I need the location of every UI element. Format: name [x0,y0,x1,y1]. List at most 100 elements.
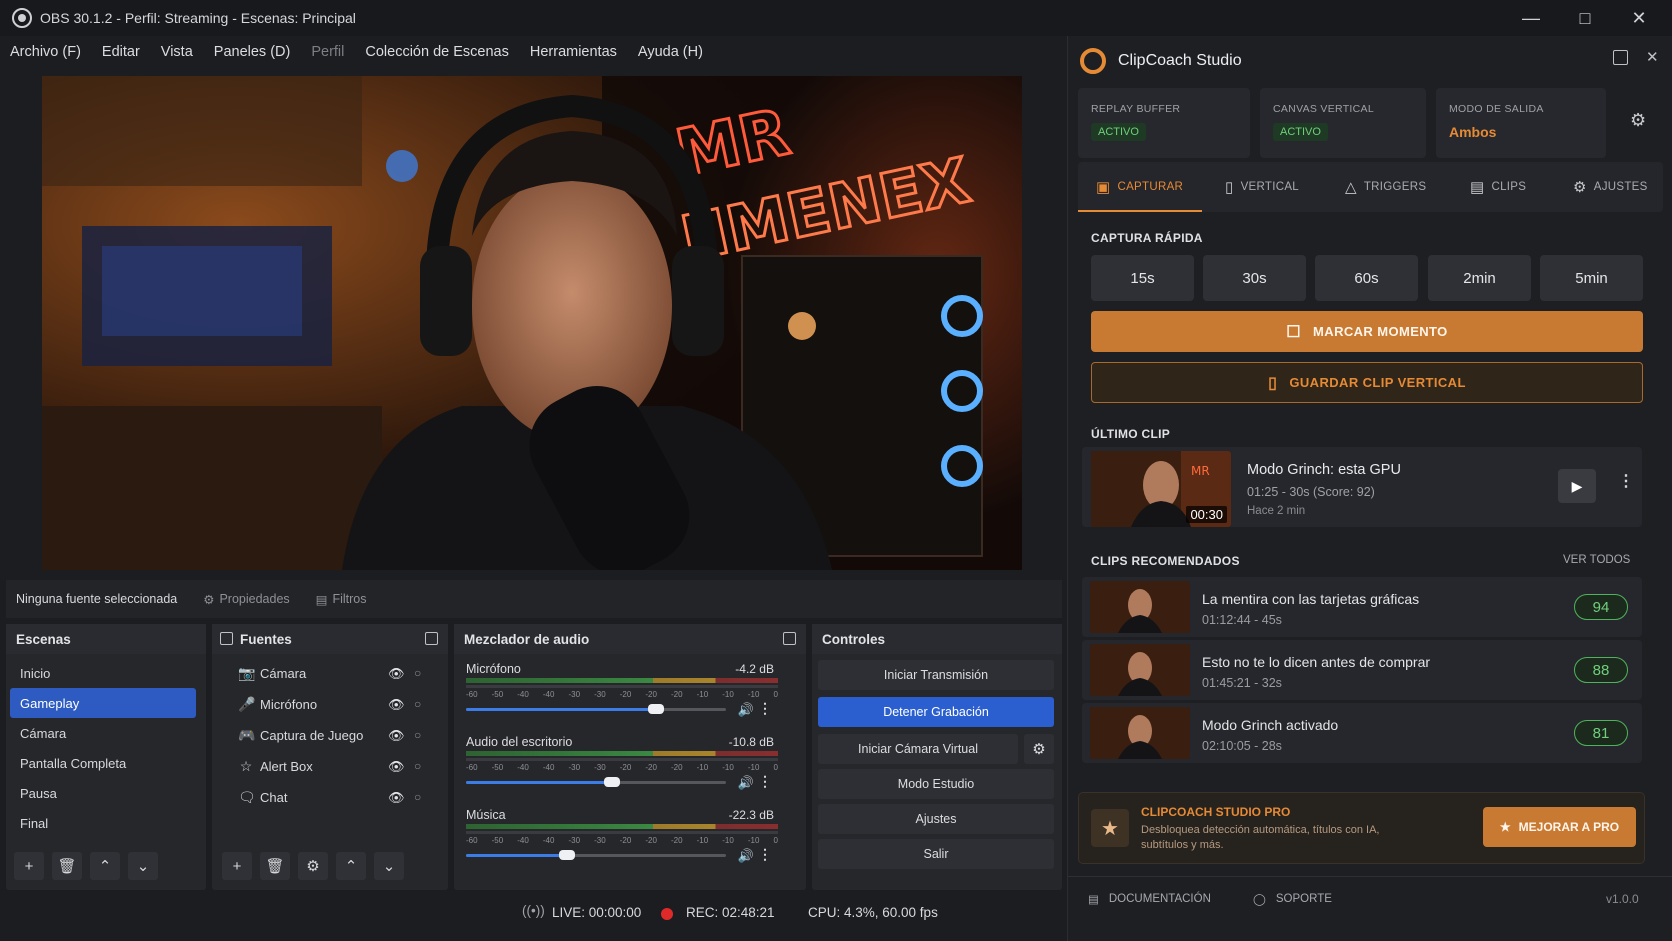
tab-triggers[interactable]: △ TRIGGERS [1345,162,1426,212]
last-clip-card[interactable]: MR 00:30 Modo Grinch: esta GPU 01:25 - 3… [1082,447,1642,527]
tab-ajustes[interactable]: ⚙ AJUSTES [1573,162,1648,212]
lock-icon[interactable]: ○ [414,697,421,711]
save-vertical-clip-button[interactable]: ▯ GUARDAR CLIP VERTICAL [1091,362,1643,403]
move-down-icon[interactable]: ⌄ [374,852,404,880]
minimize-button[interactable]: — [1504,0,1558,36]
source-settings-gear-icon[interactable]: ⚙ [298,852,328,880]
menu-herramientas[interactable]: Herramientas [530,44,617,60]
exit-button[interactable]: Salir [818,839,1054,869]
virtual-camera-button[interactable]: Iniciar Cámara Virtual [818,734,1018,764]
clip-title: Modo Grinch activado [1202,717,1339,733]
speaker-icon[interactable]: 🔊 [738,702,754,718]
support-link[interactable]: ◯ SOPORTE [1253,892,1332,906]
scene-item-selected[interactable]: Gameplay [10,688,196,718]
eye-icon[interactable]: 👁 [388,728,405,743]
sources-popout-icon[interactable] [220,632,233,645]
eye-icon[interactable]: 👁 [388,697,405,712]
source-item[interactable]: 🎤 Micrófono 👁 ○ [212,689,448,720]
scenes-header: Escenas [6,624,206,654]
volume-slider-knob[interactable] [559,850,576,860]
output-mode-card[interactable]: MODO DE SALIDA Ambos [1436,88,1606,158]
maximize-button[interactable]: □ [1558,0,1612,36]
eye-icon[interactable]: 👁 [388,790,405,805]
popout-icon[interactable] [425,632,438,645]
recommended-clip-row[interactable]: La mentira con las tarjetas gráficas 01:… [1082,577,1642,637]
recommended-clip-row[interactable]: Esto no te lo dicen antes de comprar 01:… [1082,640,1642,700]
scene-item[interactable]: Inicio [10,658,196,688]
eye-icon[interactable]: 👁 [388,666,405,681]
volume-slider-knob[interactable] [603,777,620,787]
channel-more-icon[interactable]: ⋮ [758,846,772,863]
volume-slider[interactable] [466,704,726,714]
lock-icon[interactable]: ○ [414,666,421,680]
tab-vertical[interactable]: ▯ VERTICAL [1225,162,1299,212]
pro-description: Desbloquea detección automática, títulos… [1141,824,1380,851]
move-up-icon[interactable]: ⌃ [90,852,120,880]
move-up-icon[interactable]: ⌃ [336,852,366,880]
menu-vista[interactable]: Vista [161,44,193,60]
upgrade-pro-button[interactable]: ★ MEJORAR A PRO [1483,807,1636,847]
start-stream-button[interactable]: Iniciar Transmisión [818,660,1054,690]
plugin-popout-icon[interactable] [1613,50,1628,65]
volume-slider-knob[interactable] [647,704,664,714]
move-down-icon[interactable]: ⌄ [128,852,158,880]
source-item[interactable]: 🎮 Captura de Juego 👁 ○ [212,720,448,751]
rec-status: REC: 02:48:21 [686,905,775,920]
channel-more-icon[interactable]: ⋮ [758,700,772,717]
documentation-link[interactable]: ▤ DOCUMENTACIÓN [1088,892,1211,906]
menu-editar[interactable]: Editar [102,44,140,60]
recommended-clip-row[interactable]: Modo Grinch activado 02:10:05 - 28s 81 [1082,703,1642,763]
add-scene-button[interactable]: + [14,852,44,880]
volume-slider[interactable] [466,850,726,860]
lock-icon[interactable]: ○ [414,728,421,742]
volume-slider[interactable] [466,777,726,787]
close-window-button[interactable]: ✕ [1612,0,1666,36]
lock-icon[interactable]: ○ [414,759,421,773]
stream-preview[interactable]: MR JIMENEX [42,76,1022,570]
play-clip-button[interactable]: ▶ [1558,469,1596,503]
lock-icon[interactable]: ○ [414,790,421,804]
remove-source-button[interactable]: 🗑 [260,852,290,880]
studio-mode-button[interactable]: Modo Estudio [818,769,1054,799]
speaker-icon[interactable]: 🔊 [738,775,754,791]
source-item[interactable]: 📷 Cámara 👁 ○ [212,658,448,689]
clip-more-icon[interactable]: ⋮ [1618,471,1634,491]
scene-item[interactable]: Pausa [10,778,196,808]
speaker-icon[interactable]: 🔊 [738,848,754,864]
mark-moment-button[interactable]: ☐ MARCAR MOMENTO [1091,311,1643,352]
see-all-link[interactable]: VER TODOS [1563,554,1630,566]
channel-more-icon[interactable]: ⋮ [758,773,772,790]
plugin-close-icon[interactable]: ✕ [1646,48,1659,66]
plugin-gear-icon[interactable]: ⚙ [1630,110,1646,131]
tab-capturar[interactable]: ▣ CAPTURAR [1096,162,1183,212]
capture-2min-button[interactable]: 2min [1428,255,1531,301]
source-item[interactable]: ☆ Alert Box 👁 ○ [212,751,448,782]
menu-paneles[interactable]: Paneles (D) [214,44,291,60]
menu-coleccion[interactable]: Colección de Escenas [365,44,508,60]
capture-15s-button[interactable]: 15s [1091,255,1194,301]
tab-clips[interactable]: ▤ CLIPS [1470,162,1526,212]
scene-item[interactable]: Pantalla Completa [10,748,196,778]
settings-button[interactable]: Ajustes [818,804,1054,834]
menu-ayuda[interactable]: Ayuda (H) [638,44,703,60]
remove-scene-button[interactable]: 🗑 [52,852,82,880]
properties-button[interactable]: ⚙ Propiedades [203,592,289,607]
add-source-button[interactable]: + [222,852,252,880]
mixer-channel: Música -22.3 dB -60 -50 -40 -40 -30 -30 -20 -20… [454,800,806,873]
capture-30s-button[interactable]: 30s [1203,255,1306,301]
eye-icon[interactable]: 👁 [388,759,405,774]
scene-item[interactable]: Cámara [10,718,196,748]
virtual-camera-gear-icon[interactable]: ⚙ [1024,734,1054,764]
menu-archivo[interactable]: Archivo (F) [10,44,81,60]
last-clip-thumbnail[interactable]: MR 00:30 [1091,451,1231,527]
menu-perfil[interactable]: Perfil [311,44,344,60]
capture-5min-button[interactable]: 5min [1540,255,1643,301]
source-item[interactable]: 🗨 Chat 👁 ○ [212,782,448,813]
save-vertical-label: GUARDAR CLIP VERTICAL [1289,375,1466,390]
meter-scale: -60 -50 -40 -40 -30 -30 -20 -20 -20 -10 -10 -10 0 [466,763,778,772]
stop-recording-button[interactable]: Detener Grabación [818,697,1054,727]
popout-icon[interactable] [783,632,796,645]
capture-60s-button[interactable]: 60s [1315,255,1418,301]
filters-button[interactable]: ▤ Filtros [316,592,367,607]
scene-item[interactable]: Final [10,808,196,838]
